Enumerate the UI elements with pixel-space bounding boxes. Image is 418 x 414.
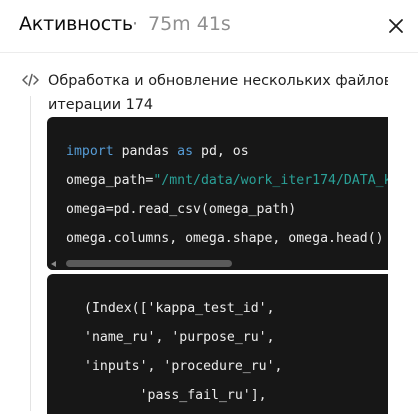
close-icon [389,19,403,33]
output-lines: (Index(['kappa_test_id', 'name_ru', 'purp… [84,294,283,410]
output-line: 'pass_fail_ru'], [84,388,267,403]
step-title-line-1: Обработка и обновление нескольких файлов… [48,73,388,89]
step-title-line-2: итерации 174 [48,97,154,113]
code-line: omega=pd.read_csv(omega_path) [66,195,388,224]
header-divider [0,52,418,53]
code-token: pandas [113,144,178,159]
code-token: omega.columns, omega.shape, omega.head() [66,231,384,246]
output-block[interactable]: (Index(['kappa_test_id', 'name_ru', 'purp… [47,274,388,414]
code-block[interactable]: import pandas as pd, os omega_path="/mnt/… [47,117,388,270]
code-line: omega.columns, omega.shape, omega.head() [66,224,388,253]
output-line: 'name_ru', 'purpose_ru', [84,330,275,345]
activity-header: Активность · 75m 41s [0,0,418,52]
code-keyword: as [177,144,194,159]
code-line: omega_path="/mnt/data/work_iter174/DATA_… [66,166,388,195]
title-separator: · [132,13,139,35]
code-token: omega_path= [66,173,154,188]
code-token: omega=pd.read_csv(omega_path) [66,202,297,217]
panel-title: Активность [19,13,133,35]
horizontal-scrollbar[interactable] [47,257,388,270]
step-title[interactable]: Обработка и обновление нескольких файлов… [48,69,388,117]
code-lines: import pandas as pd, os omega_path="/mnt/… [66,137,388,253]
output-line: (Index(['kappa_test_id', [84,301,275,316]
scrollbar-thumb[interactable] [66,260,232,267]
timeline-line [30,96,31,411]
output-line: 'inputs', 'procedure_ru', [84,359,283,374]
code-token: pd, os [193,144,249,159]
code-keyword: import [66,144,114,159]
activity-duration: 75m 41s [148,13,231,35]
code-string: "/mnt/data/work_iter174/DATA_kappa.csv" [153,173,388,188]
code-line: import pandas as pd, os [66,137,388,166]
scroll-left-arrow-icon[interactable] [51,261,56,267]
code-icon [22,73,39,87]
close-button[interactable] [384,14,408,38]
